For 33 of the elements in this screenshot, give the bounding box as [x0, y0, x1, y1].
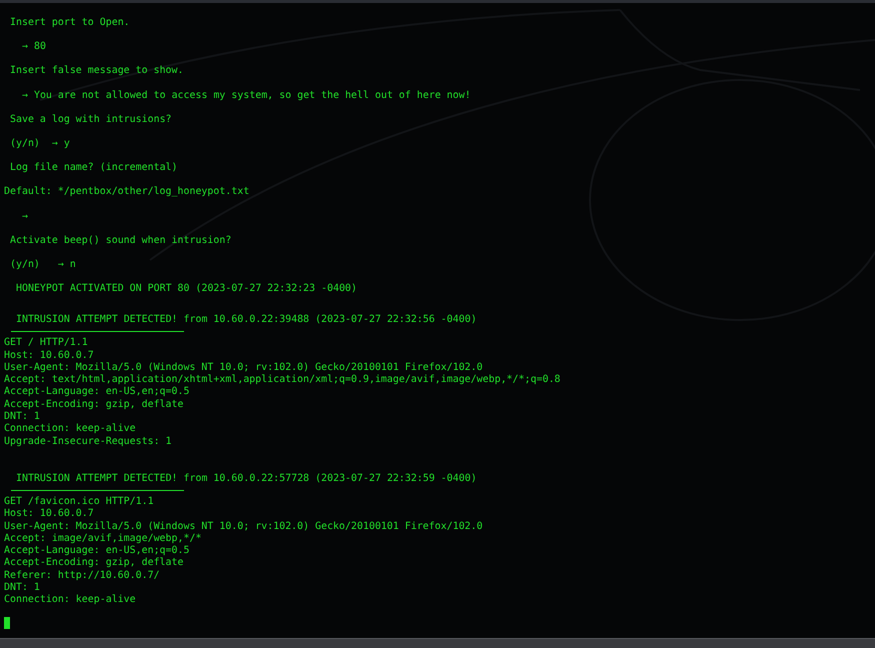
terminal-line: Activate beep() sound when intrusion? — [10, 234, 232, 246]
request-header-line: Accept-Language: en-US,en;q=0.5 — [4, 386, 190, 398]
request-header-line: Connection: keep-alive — [4, 594, 136, 606]
request-header-line: Connection: keep-alive — [4, 423, 136, 434]
request-header-line: Host: 10.60.0.7 — [4, 350, 94, 361]
request-header-line: Referer: http://10.60.0.7/ — [4, 570, 160, 581]
request-header-line: Host: 10.60.0.7 — [4, 508, 94, 520]
request-header-line: DNT: 1 — [4, 582, 40, 593]
text-cursor — [4, 616, 10, 629]
request-header-line: GET / HTTP/1.1 — [4, 337, 88, 348]
request-header-line: User-Agent: Mozilla/5.0 (Windows NT 10.0; rv:102.0) Gecko/20100101 Firefox/102.0 — [4, 362, 483, 373]
request-header-line: Accept-Language: en-US,en;q=0.5 — [4, 545, 190, 556]
terminal-line: Default: */pentbox/other/log_honeypot.txt — [4, 186, 250, 198]
intrusion-title: INTRUSION ATTEMPT DETECTED! from 10.60.0.22:57728 (2023-07-27 22:32:59 -0400) — [16, 472, 477, 484]
terminal-line: Insert false message to show. — [10, 65, 184, 76]
request-header-line: Accept-Encoding: gzip, deflate — [4, 398, 184, 410]
request-header-line: GET /favicon.ico HTTP/1.1 — [4, 496, 154, 507]
terminal-line: → You are not allowed to access my system, so get the hell out of here now! — [22, 90, 471, 101]
request-header-line: Accept-Encoding: gzip, deflate — [4, 557, 184, 568]
terminal-line: Log file name? (incremental) — [10, 162, 178, 174]
terminal-line: → — [22, 210, 28, 222]
intrusion-title: INTRUSION ATTEMPT DETECTED! from 10.60.0.22:39488 (2023-07-27 22:32:56 -0400) — [16, 314, 477, 326]
terminal-line: (y/n) → n — [10, 258, 76, 270]
request-header-line: Upgrade-Insecure-Requests: 1 — [4, 436, 172, 447]
terminal-line: (y/n) → y — [10, 138, 70, 149]
request-header-line: Accept: image/avif,image/webp,*/* — [4, 532, 202, 544]
terminal-line: HONEYPOT ACTIVATED ON PORT 80 (2023-07-27 22:32:23 -0400) — [16, 283, 358, 294]
terminal-line: → 80 — [22, 41, 46, 52]
terminal-line: Save a log with intrusions? — [10, 114, 172, 125]
request-header-line: DNT: 1 — [4, 411, 40, 422]
request-header-line: User-Agent: Mozilla/5.0 (Windows NT 10.0; rv:102.0) Gecko/20100101 Firefox/102.0 — [4, 520, 483, 532]
terminal-line: Insert port to Open. — [10, 17, 130, 28]
request-header-line: Accept: text/html,application/xhtml+xml,application/xml;q=0.9,image/avif,image/webp,*/*;q=0.8 — [4, 374, 560, 386]
